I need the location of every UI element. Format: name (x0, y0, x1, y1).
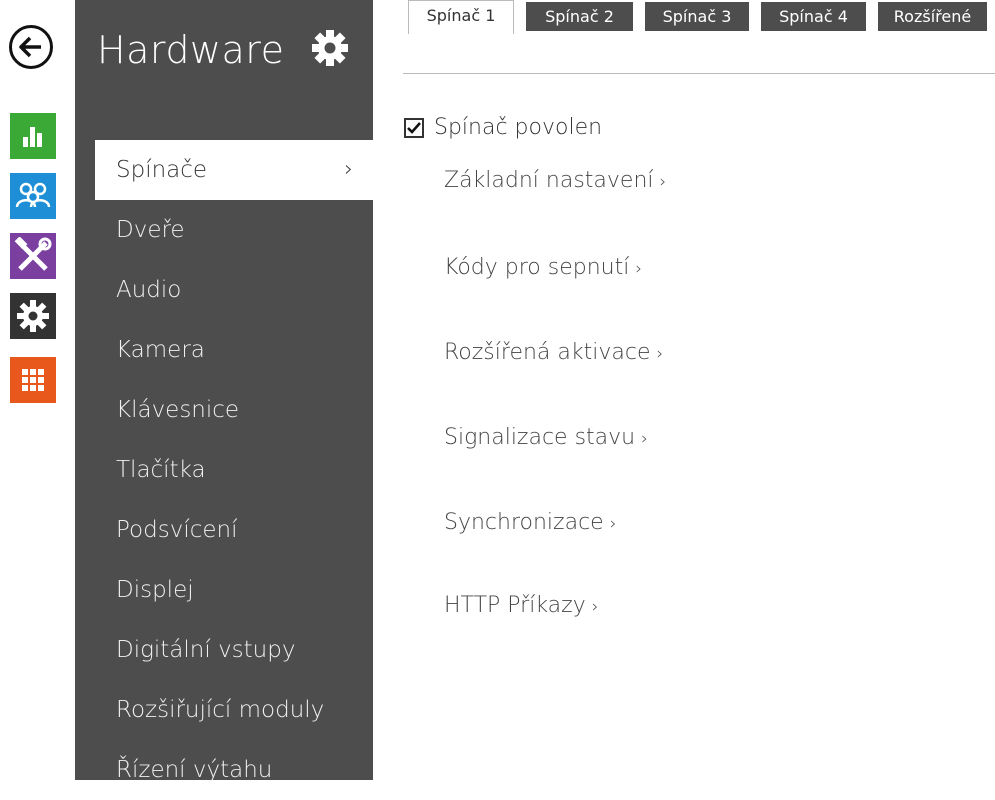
sidebar-item-label: Tlačítka (116, 457, 206, 483)
section-http-prikazy[interactable]: HTTP Příkazy › (444, 593, 599, 618)
switch-enabled-label: Spínač povolen (434, 115, 603, 140)
sidebar-item-label: Podsvícení (116, 517, 238, 543)
sidebar-item-audio[interactable]: Audio (75, 260, 373, 320)
chevron-right-icon: › (344, 157, 353, 182)
tab-rozsirene[interactable]: Rozšířené (878, 2, 987, 31)
chevron-right-icon: › (656, 344, 664, 364)
tab-bar-divider (403, 73, 995, 74)
settings-gear-icon[interactable] (310, 28, 350, 68)
checkmark-icon (407, 121, 421, 134)
sidebar-item-podsviceni[interactable]: Podsvícení (75, 500, 373, 560)
sidebar-item-label: Spínače (116, 157, 208, 183)
sidebar-item-label: Řízení výtahu (116, 757, 273, 783)
sidebar-menu: Spínače › Dveře Audio Kamera Klávesnice … (75, 140, 373, 800)
section-label: Kódy pro sepnutí (444, 255, 630, 280)
tab-spinac-1[interactable]: Spínač 1 (408, 0, 514, 34)
services-tools-icon (14, 237, 52, 271)
sidebar-item-rizeni-vytahu[interactable]: Řízení výtahu (75, 740, 373, 800)
tab-spinac-4[interactable]: Spínač 4 (761, 2, 866, 31)
sidebar-item-label: Klávesnice (116, 397, 240, 423)
sidebar-item-digitalni-vstupy[interactable]: Digitální vstupy (75, 620, 373, 680)
sidebar-item-dvere[interactable]: Dveře (75, 200, 373, 260)
chevron-right-icon: › (609, 514, 617, 534)
tab-spinac-3[interactable]: Spínač 3 (645, 2, 749, 31)
hardware-button[interactable] (10, 293, 56, 339)
sidebar-header: Hardware (97, 28, 284, 72)
status-chart-icon (23, 127, 42, 147)
section-label: Synchronizace (444, 510, 604, 535)
sidebar-item-klavesnice[interactable]: Klávesnice (75, 380, 373, 440)
system-button[interactable] (10, 357, 56, 403)
hardware-gear-icon (17, 300, 49, 332)
services-button[interactable] (10, 233, 56, 279)
back-arrow-icon (19, 36, 41, 58)
page-title: Hardware (97, 28, 285, 72)
chevron-right-icon: › (591, 597, 599, 617)
switch-enabled-row: Spínač povolen (404, 115, 602, 140)
sidebar-item-label: Rozšiřující moduly (116, 697, 325, 723)
app-icon-rail (0, 0, 70, 780)
users-icon (15, 182, 51, 208)
section-synchronizace[interactable]: Synchronizace › (444, 510, 617, 535)
system-grid-icon (22, 369, 44, 391)
sidebar-item-label: Displej (116, 577, 194, 603)
chevron-right-icon: › (641, 429, 648, 449)
tab-spinac-2[interactable]: Spínač 2 (526, 2, 633, 31)
chevron-right-icon: › (635, 259, 643, 279)
section-kody-pro-sepnuti[interactable]: Kódy pro sepnutí › (444, 255, 642, 280)
section-label: HTTP Příkazy (444, 593, 586, 618)
sidebar-item-spinace[interactable]: Spínače › (95, 140, 373, 200)
directory-button[interactable] (10, 173, 56, 219)
back-button[interactable] (9, 25, 53, 69)
sidebar-item-kamera[interactable]: Kamera (75, 320, 373, 380)
section-signalizace-stavu[interactable]: Signalizace stavu › (444, 425, 648, 450)
section-rozsirena-aktivace[interactable]: Rozšířená aktivace › (444, 340, 663, 365)
sidebar-item-label: Kamera (116, 337, 205, 363)
sidebar-item-label: Audio (116, 277, 182, 303)
section-label: Rozšířená aktivace (444, 340, 651, 365)
status-button[interactable] (10, 113, 56, 159)
section-label: Signalizace stavu (444, 425, 636, 450)
section-zakladni-nastaveni[interactable]: Základní nastavení › (444, 168, 666, 193)
sidebar-item-label: Digitální vstupy (116, 637, 296, 663)
sidebar-item-rozsirujici-moduly[interactable]: Rozšiřující moduly (75, 680, 373, 740)
sidebar-item-tlacitka[interactable]: Tlačítka (75, 440, 373, 500)
section-label: Základní nastavení (444, 168, 654, 193)
sidebar-item-label: Dveře (116, 217, 185, 243)
chevron-right-icon: › (659, 172, 667, 192)
switch-enabled-checkbox[interactable] (404, 117, 424, 138)
sidebar-item-displej[interactable]: Displej (75, 560, 373, 620)
